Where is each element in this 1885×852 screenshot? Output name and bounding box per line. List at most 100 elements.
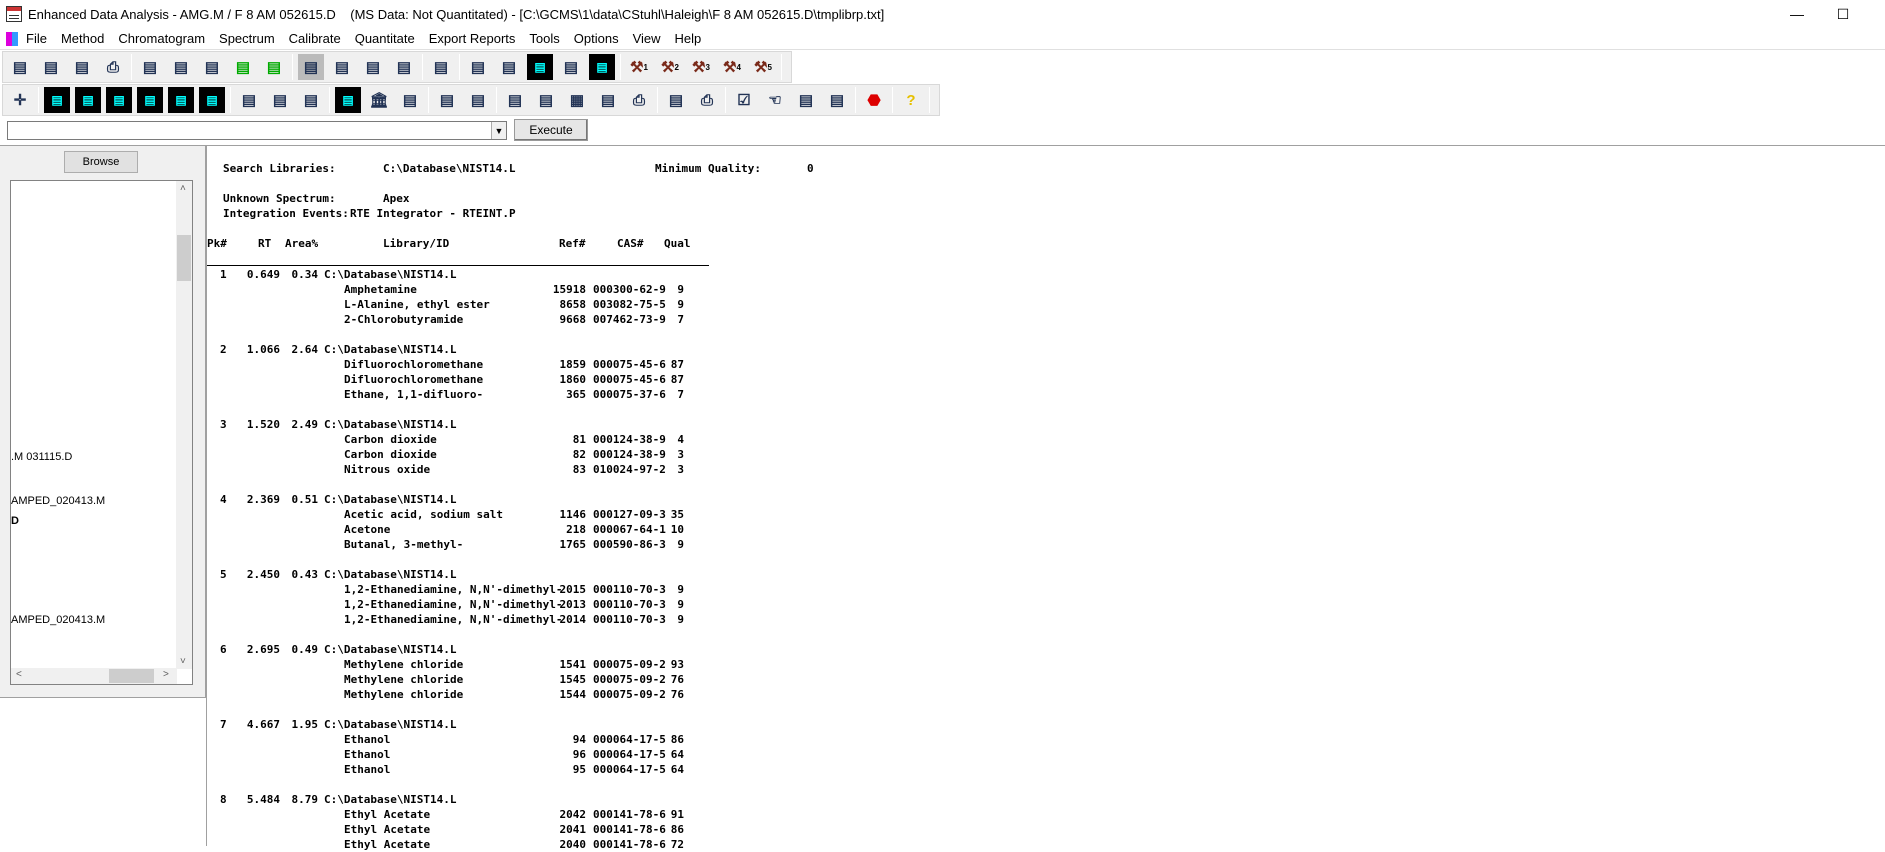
macro-2-button[interactable]: ⚒ 2 (657, 54, 683, 80)
overlay-peaks-button[interactable]: ▤ (527, 54, 553, 80)
compound-name: Methylene chloride (344, 658, 464, 671)
quality-score: 35 (670, 508, 684, 521)
mass-spectrum-button[interactable]: ▤ (106, 87, 132, 113)
lock-peak-button[interactable]: ▤ (558, 54, 584, 80)
integration-events-label: Integration Events: (223, 207, 349, 220)
menu-tools[interactable]: Tools (529, 31, 559, 46)
run-method-button[interactable]: ▤ (199, 54, 225, 80)
integrate-check-button[interactable]: ▤ (199, 87, 225, 113)
color-grid-button[interactable]: ▤ (360, 54, 386, 80)
menu-file[interactable]: File (26, 31, 47, 46)
load-data-button[interactable]: ▤ (38, 54, 64, 80)
print-button[interactable]: ⎙ (100, 54, 126, 80)
list-item[interactable]: D (11, 515, 19, 527)
macro-4-button[interactable]: ⚒ 4 (719, 54, 745, 80)
menu-help[interactable]: Help (675, 31, 702, 46)
menu-export-reports[interactable]: Export Reports (429, 31, 516, 46)
file-list[interactable]: .M 031115.D AMPED_020413.M D AMPED_02041… (10, 180, 193, 685)
stop-button[interactable]: ⬣ (861, 87, 887, 113)
chromatogram-button[interactable]: ▤ (44, 87, 70, 113)
menu-quantitate[interactable]: Quantitate (355, 31, 415, 46)
id-card-button[interactable]: ▤ (465, 54, 491, 80)
list-item[interactable]: .M 031115.D (11, 451, 72, 463)
xyz-button[interactable]: ▤ (793, 87, 819, 113)
scroll-up-icon[interactable]: ˄ (180, 183, 186, 194)
snapshot-button[interactable]: ▤ (69, 54, 95, 80)
macro-1-button[interactable]: ⚒ 1 (626, 54, 652, 80)
window-tile-button[interactable]: ▤ (391, 54, 417, 80)
plot-check-button[interactable]: ▤ (465, 87, 491, 113)
list-item[interactable]: AMPED_020413.M (11, 614, 105, 626)
menu-spectrum[interactable]: Spectrum (219, 31, 275, 46)
hand-pointer-button[interactable]: ☜ (762, 87, 788, 113)
calculator-button[interactable]: ▦ (564, 87, 590, 113)
open-data-button[interactable]: ▤ (7, 54, 33, 80)
quality-score: 9 (677, 538, 684, 551)
quant-print-button[interactable]: ⎙ (626, 87, 652, 113)
load-method-button[interactable]: ▤ (137, 54, 163, 80)
update-calibration-button[interactable]: ▤ (533, 87, 559, 113)
macro-number: 1 (643, 62, 648, 72)
execute-button[interactable]: Execute (514, 119, 588, 141)
compound-name: Difluorochloromethane (344, 373, 484, 386)
area-percent: 0.51 (291, 493, 319, 506)
library-search-button[interactable]: ▤ (397, 87, 423, 113)
report-button[interactable]: ▤ (428, 54, 454, 80)
scroll-left-icon[interactable]: < (16, 669, 22, 680)
sim-edit-button[interactable]: ▤ (261, 54, 287, 80)
compound-name: Carbon dioxide (344, 448, 437, 461)
sim-check-button[interactable]: ▤ (230, 54, 256, 80)
horizontal-scroll-thumb[interactable] (109, 669, 154, 683)
library-path: C:\Database\NIST14.L (324, 718, 457, 731)
menu-options[interactable]: Options (574, 31, 619, 46)
quant-report-button[interactable]: ▤ (595, 87, 621, 113)
xyz-icon: ▤ (798, 92, 814, 109)
command-row: ▼ Execute (0, 117, 1885, 144)
compass-button[interactable]: ✛ (7, 87, 33, 113)
peak-check-button[interactable]: ▤ (236, 87, 262, 113)
extract-ion-button[interactable]: ▤ (137, 87, 163, 113)
toolbar-separator (892, 87, 893, 113)
cursor-button[interactable]: ▤ (824, 87, 850, 113)
library-path: C:\Database\NIST14.L (324, 493, 457, 506)
edit-id-button[interactable]: ▤ (496, 54, 522, 80)
menu-chromatogram[interactable]: Chromatogram (118, 31, 205, 46)
browse-button[interactable]: Browse (64, 151, 138, 173)
bar-spectrum-button[interactable]: ▤ (335, 87, 361, 113)
macro-1-icon: ⚒ (630, 59, 644, 76)
horizontal-scrollbar[interactable]: < > (11, 668, 177, 684)
menu-view[interactable]: View (633, 31, 661, 46)
chevron-down-icon[interactable]: ▼ (491, 122, 506, 139)
minimize-button[interactable]: — (1774, 0, 1820, 28)
layout-button[interactable]: ▤ (298, 54, 324, 80)
save-method-button[interactable]: ▤ (168, 54, 194, 80)
scroll-down-icon[interactable]: ˅ (180, 656, 186, 667)
blank-plot-button[interactable]: ▤ (434, 87, 460, 113)
integrate-down-button[interactable]: ▤ (168, 87, 194, 113)
ab-checkbox-button[interactable]: ☑ (731, 87, 757, 113)
macro-3-button[interactable]: ⚒ 3 (688, 54, 714, 80)
list-item[interactable]: AMPED_020413.M (11, 495, 105, 507)
document-button[interactable]: ▤ (663, 87, 689, 113)
command-input[interactable]: ▼ (7, 121, 507, 140)
peak-button[interactable]: ▤ (267, 87, 293, 113)
menu-calibrate[interactable]: Calibrate (289, 31, 341, 46)
macro-5-button[interactable]: ⚒ 5 (750, 54, 776, 80)
calculator-icon: ▦ (569, 92, 585, 109)
tic-button[interactable]: ▤ (589, 54, 615, 80)
toolbar-separator (38, 87, 39, 113)
maximize-button[interactable]: ☐ (1820, 0, 1866, 28)
help-button[interactable]: ? (898, 87, 924, 113)
zoom-chromatogram-button[interactable]: ▤ (75, 87, 101, 113)
library-button[interactable]: 🏛 (366, 87, 392, 113)
edit-calibration-icon: ▤ (507, 92, 523, 109)
xy-ratio-button[interactable]: ▤ (298, 87, 324, 113)
library-search-icon: ▤ (402, 92, 418, 109)
print-document-button[interactable]: ⎙ (694, 87, 720, 113)
col-qual: Qual (664, 237, 691, 250)
menu-method[interactable]: Method (61, 31, 104, 46)
export-layout-button[interactable]: ▤ (329, 54, 355, 80)
toolbar-separator (620, 54, 621, 80)
edit-calibration-button[interactable]: ▤ (502, 87, 528, 113)
scroll-right-icon[interactable]: > (163, 669, 169, 680)
